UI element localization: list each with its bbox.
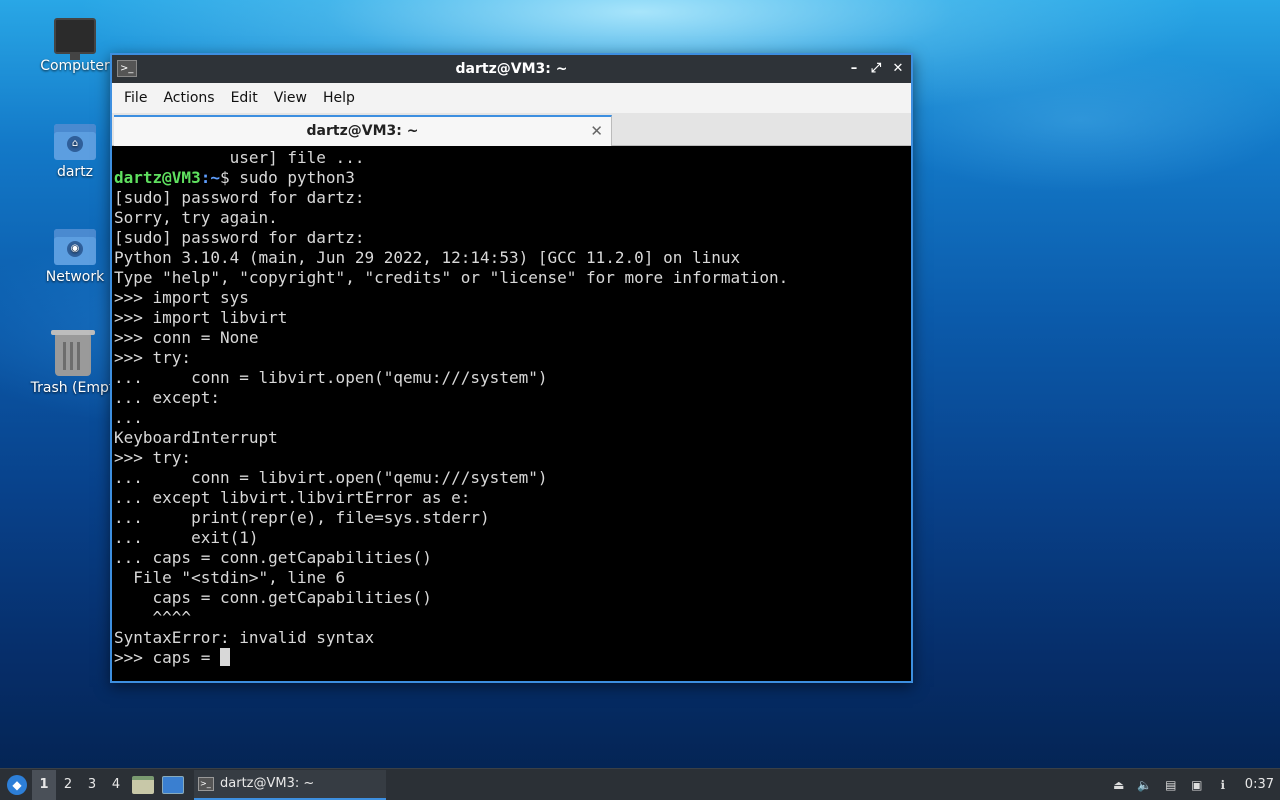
menu-help[interactable]: Help bbox=[315, 90, 363, 106]
terminal-line: Python 3.10.4 (main, Jun 29 2022, 12:14:… bbox=[114, 248, 741, 267]
terminal-line: ^^^^ bbox=[114, 608, 192, 627]
trash-icon bbox=[50, 330, 95, 376]
prompt-command: $ sudo python3 bbox=[219, 168, 355, 187]
menubar: File Actions Edit View Help bbox=[112, 83, 911, 113]
maximize-button[interactable]: ⤢ bbox=[869, 55, 883, 83]
terminal-line: caps = conn.getCapabilities() bbox=[114, 588, 432, 607]
terminal-line: ... print(repr(e), file=sys.stderr) bbox=[114, 508, 490, 527]
terminal-output[interactable]: user] file ... dartz@VM3:~$ sudo python3[… bbox=[112, 146, 911, 681]
terminal-line: >>> caps = bbox=[114, 648, 911, 668]
terminal-line: [sudo] password for dartz: bbox=[114, 188, 365, 207]
terminal-line: >>> import sys bbox=[114, 288, 249, 307]
terminal-line: ... bbox=[114, 408, 143, 427]
terminal-line: ... conn = libvirt.open("qemu:///system"… bbox=[114, 468, 548, 487]
tab-close-icon[interactable]: ✕ bbox=[590, 117, 603, 145]
terminal-icon: >_ bbox=[198, 776, 214, 791]
close-button[interactable]: ✕ bbox=[891, 55, 905, 83]
prompt-user: dartz@VM3 bbox=[114, 168, 201, 187]
terminal-line: ... caps = conn.getCapabilities() bbox=[114, 548, 432, 567]
terminal-line: Sorry, try again. bbox=[114, 208, 278, 227]
start-menu-button[interactable]: ◆ bbox=[2, 770, 32, 800]
notification-icon[interactable]: ℹ bbox=[1215, 777, 1231, 793]
clock[interactable]: 0:37 bbox=[1245, 777, 1274, 792]
system-tray: ⏏ 🔈 ▤ ▣ ℹ 0:37 bbox=[1111, 777, 1280, 793]
computer-icon bbox=[54, 18, 96, 60]
eject-icon[interactable]: ⏏ bbox=[1111, 777, 1127, 793]
menu-actions[interactable]: Actions bbox=[155, 90, 222, 106]
terminal-line: user] file ... bbox=[114, 148, 365, 167]
terminal-line: ... except libvirt.libvirtError as e: bbox=[114, 488, 471, 507]
lubuntu-logo-icon: ◆ bbox=[7, 774, 27, 795]
workspace-2[interactable]: 2 bbox=[56, 770, 80, 800]
terminal-line: SyntaxError: invalid syntax bbox=[114, 628, 375, 647]
current-input: >>> caps = bbox=[114, 648, 220, 667]
workspace-4[interactable]: 4 bbox=[104, 770, 128, 800]
show-desktop-icon[interactable] bbox=[162, 775, 184, 794]
home-folder-icon: ⌂ bbox=[54, 124, 96, 160]
taskbar: ◆ 1 2 3 4 >_ dartz@VM3: ~ ⏏ 🔈 ▤ ▣ ℹ 0:37 bbox=[0, 768, 1280, 800]
text-cursor bbox=[219, 648, 230, 666]
file-manager-icon[interactable] bbox=[132, 775, 154, 794]
terminal-window[interactable]: >_ dartz@VM3: ~ – ⤢ ✕ File Actions Edit … bbox=[110, 53, 913, 683]
network-folder-icon: ◉ bbox=[54, 229, 96, 265]
terminal-line: >>> try: bbox=[114, 448, 192, 467]
workspace-1[interactable]: 1 bbox=[32, 769, 56, 800]
menu-edit[interactable]: Edit bbox=[223, 90, 266, 106]
terminal-line: File "<stdin>", line 6 bbox=[114, 568, 346, 587]
terminal-line: dartz@VM3:~$ sudo python3 bbox=[114, 168, 911, 188]
terminal-line: >>> conn = None bbox=[114, 328, 259, 347]
terminal-line: ... exit(1) bbox=[114, 528, 259, 547]
terminal-line: Type "help", "copyright", "credits" or "… bbox=[114, 268, 789, 287]
window-titlebar[interactable]: >_ dartz@VM3: ~ – ⤢ ✕ bbox=[112, 55, 911, 83]
taskbar-item-terminal[interactable]: >_ dartz@VM3: ~ bbox=[194, 769, 386, 800]
terminal-line: KeyboardInterrupt bbox=[114, 428, 278, 447]
window-title: dartz@VM3: ~ bbox=[455, 61, 568, 77]
volume-icon[interactable]: 🔈 bbox=[1137, 777, 1153, 793]
minimize-button[interactable]: – bbox=[847, 55, 861, 83]
terminal-line: [sudo] password for dartz: bbox=[114, 228, 365, 247]
terminal-icon[interactable]: >_ bbox=[117, 60, 137, 77]
terminal-line: ... except: bbox=[114, 388, 220, 407]
tab-terminal[interactable]: dartz@VM3: ~ ✕ bbox=[114, 115, 612, 146]
menu-file[interactable]: File bbox=[116, 90, 155, 106]
terminal-line: >>> import libvirt bbox=[114, 308, 288, 327]
clipboard-icon[interactable]: ▤ bbox=[1163, 777, 1179, 793]
workspace-3[interactable]: 3 bbox=[80, 770, 104, 800]
taskbar-item-label: dartz@VM3: ~ bbox=[220, 776, 315, 791]
terminal-line: >>> try: bbox=[114, 348, 192, 367]
menu-view[interactable]: View bbox=[266, 90, 315, 106]
terminal-line: ... conn = libvirt.open("qemu:///system"… bbox=[114, 368, 548, 387]
network-icon[interactable]: ▣ bbox=[1189, 777, 1205, 793]
tab-bar: dartz@VM3: ~ ✕ bbox=[112, 113, 911, 146]
tab-label: dartz@VM3: ~ bbox=[306, 123, 419, 139]
prompt-path: :~ bbox=[200, 168, 220, 187]
